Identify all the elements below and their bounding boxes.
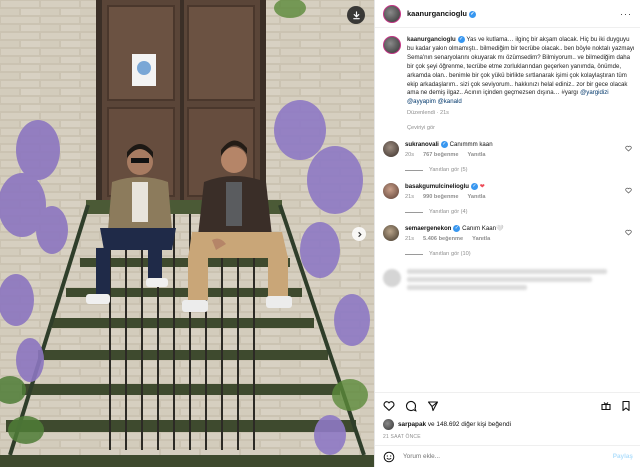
likes-summary[interactable]: sarpapak ve 148.692 diğer kişi beğendi — [383, 419, 632, 430]
bookmark-icon[interactable] — [620, 400, 632, 412]
verified-icon: ✓ — [469, 11, 477, 18]
comment-item: semaergenekon ✓ Canım Kaan🤍 21s 5.406 beğe… — [383, 225, 632, 257]
liker-username[interactable]: sarpapak — [398, 421, 426, 428]
share-icon[interactable] — [427, 400, 439, 412]
see-translation-link[interactable]: Çeviriyi gör — [407, 125, 635, 131]
commenter-avatar[interactable] — [383, 225, 399, 242]
view-replies[interactable]: Yanıtları gör (4) — [405, 209, 625, 215]
view-replies-label: Yanıtları gör (4) — [429, 209, 468, 216]
edited-label: Düzenlendi · 21s — [407, 110, 449, 117]
comment-heart-icon[interactable] — [625, 229, 632, 236]
verified-icon: ✓ — [457, 36, 465, 43]
add-comment-bar: Paylaş — [375, 445, 640, 467]
comments-area[interactable]: kaanurgancioglu ✓ Yas ve kutlama… ilginç … — [375, 28, 640, 392]
comment-text: Canım Kaan🤍 — [462, 225, 504, 233]
liker-avatar[interactable] — [383, 419, 394, 430]
save-icon — [352, 10, 360, 19]
reply-button[interactable]: Yanıtla — [472, 236, 490, 242]
red-heart-emoji: ❤ — [479, 184, 485, 191]
caption-body: Yas ve kutlama… ilginç bir akşam olacak.… — [407, 36, 635, 97]
view-replies-label: Yanıtları gör (10) — [429, 251, 471, 258]
comment-time: 21s — [405, 236, 415, 243]
comment-likes[interactable]: 767 beğenme — [423, 152, 458, 158]
comment-heart-icon[interactable] — [625, 187, 632, 194]
post-photo[interactable] — [0, 0, 374, 467]
comment-time: 21s — [405, 194, 415, 201]
post-comment-button[interactable]: Paylaş — [613, 453, 633, 460]
username-text: kaanurgancioglu — [407, 9, 468, 18]
post-caption: kaanurgancioglu ✓ Yas ve kutlama… ilginç … — [383, 36, 635, 131]
comment-item: sukranovali ✓ Canımmm kaan 20s 767 beğenme… — [383, 141, 632, 173]
commenter-avatar[interactable] — [383, 183, 399, 200]
avatar[interactable] — [383, 4, 401, 23]
post-header: kaanurgancioglu ✓ ··· — [375, 0, 640, 28]
comment-input[interactable] — [403, 453, 605, 460]
heart-icon[interactable] — [383, 400, 395, 412]
comment-text: Canımmm kaan — [449, 141, 493, 149]
post-side-panel: kaanurgancioglu ✓ ··· kaanurgancioglu ✓ Ya… — [374, 0, 640, 467]
likes-count-text: ve 148.692 diğer kişi beğendi — [427, 421, 511, 428]
view-replies[interactable]: Yanıtları gör (5) — [405, 167, 625, 173]
caption-username[interactable]: kaanurgancioglu — [407, 36, 456, 43]
view-replies-label: Yanıtları gör (5) — [429, 167, 468, 174]
comment-likes[interactable]: 990 beğenme — [423, 194, 458, 200]
more-icon[interactable]: ··· — [620, 9, 632, 19]
verified-icon: ✓ — [453, 225, 461, 233]
blurred-comment — [383, 269, 632, 293]
comment-username[interactable]: sukranovali — [405, 141, 439, 148]
comment-username[interactable]: semaergenekon — [405, 225, 451, 232]
save-icon-button[interactable] — [347, 6, 365, 24]
post-username[interactable]: kaanurgancioglu ✓ — [407, 9, 477, 18]
chevron-right-icon — [357, 231, 362, 237]
post-time: 21 SAAT ÖNCE — [383, 434, 421, 440]
photo-scene — [0, 0, 374, 467]
blurred-avatar — [383, 269, 401, 288]
reply-button[interactable]: Yanıtla — [467, 152, 485, 158]
comment-username[interactable]: basakgumulcinelioglu — [405, 183, 469, 190]
gift-share-icon[interactable] — [600, 400, 612, 412]
caption-avatar[interactable] — [383, 36, 401, 54]
verified-icon: ✓ — [440, 141, 448, 149]
comment-heart-icon[interactable] — [625, 145, 632, 152]
next-image-button[interactable] — [352, 227, 366, 241]
comment-likes[interactable]: 5.406 beğenme — [423, 236, 463, 242]
verified-icon: ✓ — [471, 183, 478, 191]
caption-text: kaanurgancioglu ✓ Yas ve kutlama… ilginç … — [407, 36, 635, 107]
emoji-icon[interactable] — [383, 451, 395, 463]
comment-icon[interactable] — [405, 400, 417, 412]
view-replies[interactable]: Yanıtları gör (10) — [405, 251, 625, 257]
commenter-avatar[interactable] — [383, 141, 399, 158]
reply-button[interactable]: Yanıtla — [467, 194, 485, 200]
comment-item: basakgumulcinelioglu ✓ ❤ 21s 990 beğenme Ya… — [383, 183, 632, 215]
comment-time: 20s — [405, 152, 415, 159]
